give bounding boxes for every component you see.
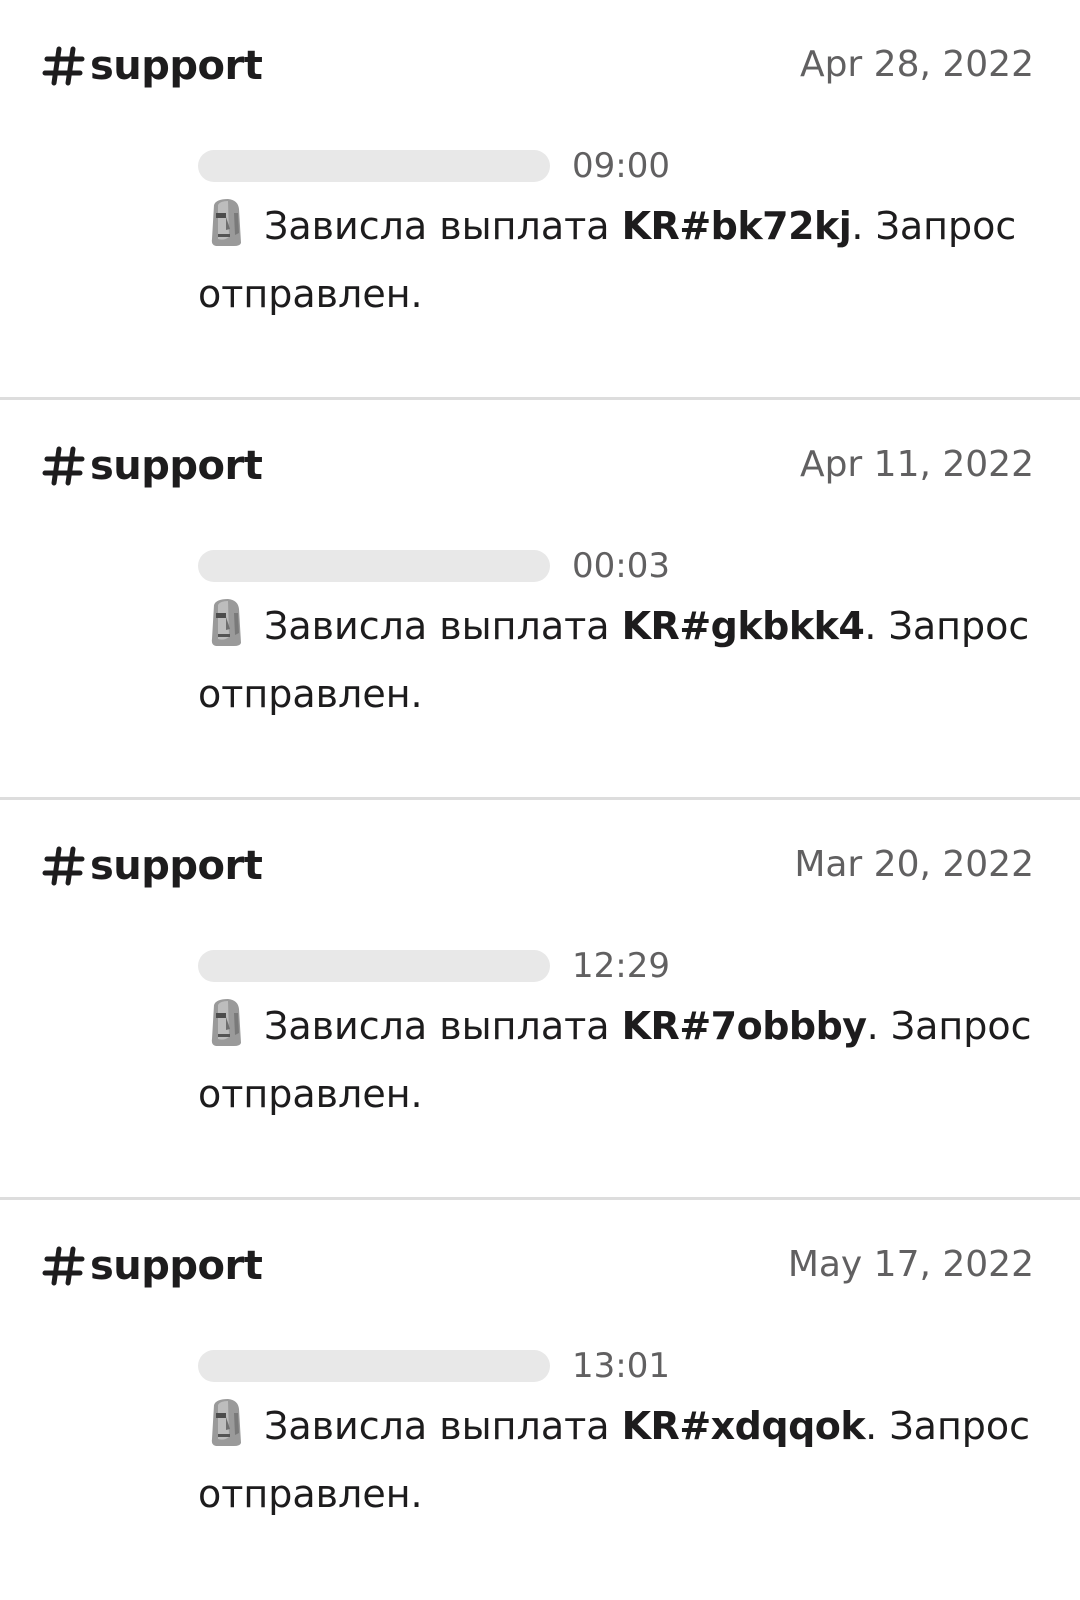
hash-icon <box>42 44 86 88</box>
channel-link[interactable]: support <box>42 838 263 894</box>
channel-link[interactable]: support <box>42 38 263 94</box>
hash-icon <box>42 1244 86 1288</box>
message-text-before: Зависла выплата <box>264 604 622 648</box>
hash-icon <box>42 844 86 888</box>
hash-icon <box>42 444 86 488</box>
payout-code: KR#xdqqok <box>621 1404 866 1448</box>
message-date: Apr 11, 2022 <box>799 444 1034 485</box>
channel-name: support <box>90 443 263 489</box>
search-result-item[interactable]: support Mar 20, 2022 12:29 Зависла выпла… <box>0 800 1080 1200</box>
message-time: 00:03 <box>572 546 670 586</box>
message-time: 09:00 <box>572 146 670 186</box>
payout-code: KR#7obbby <box>621 1004 867 1048</box>
message-text-before: Зависла выплата <box>264 204 622 248</box>
moai-icon <box>204 1397 248 1447</box>
message-text: Зависла выплата KR#7obbby. Запрос отправ… <box>198 992 1038 1128</box>
message-meta: 13:01 <box>198 1344 670 1388</box>
moai-icon <box>204 197 248 247</box>
message-meta: 00:03 <box>198 544 670 588</box>
payout-code: KR#bk72kj <box>621 204 852 248</box>
message-meta: 09:00 <box>198 144 670 188</box>
channel-link[interactable]: support <box>42 1238 263 1294</box>
search-result-item[interactable]: support May 17, 2022 13:01 Зависла выпла… <box>0 1200 1080 1600</box>
payout-code: KR#gkbkk4 <box>621 604 865 648</box>
author-name-placeholder <box>198 150 550 182</box>
channel-name: support <box>90 1243 263 1289</box>
message-text: Зависла выплата KR#gkbkk4. Запрос отправ… <box>198 592 1038 728</box>
message-text: Зависла выплата KR#bk72kj. Запрос отправ… <box>198 192 1038 328</box>
channel-name: support <box>90 843 263 889</box>
message-meta: 12:29 <box>198 944 670 988</box>
message-time: 13:01 <box>572 1346 670 1386</box>
message-text-before: Зависла выплата <box>264 1004 622 1048</box>
message-date: May 17, 2022 <box>787 1244 1034 1285</box>
message-date: Mar 20, 2022 <box>794 844 1034 885</box>
search-result-item[interactable]: support Apr 28, 2022 09:00 Зависла выпла… <box>0 0 1080 400</box>
message-text-before: Зависла выплата <box>264 1404 622 1448</box>
author-name-placeholder <box>198 950 550 982</box>
search-results-list: support Apr 28, 2022 09:00 Зависла выпла… <box>0 0 1080 1600</box>
author-name-placeholder <box>198 1350 550 1382</box>
message-date: Apr 28, 2022 <box>799 44 1034 85</box>
message-text: Зависла выплата KR#xdqqok. Запрос отправ… <box>198 1392 1038 1528</box>
moai-icon <box>204 597 248 647</box>
channel-link[interactable]: support <box>42 438 263 494</box>
search-result-item[interactable]: support Apr 11, 2022 00:03 Зависла выпла… <box>0 400 1080 800</box>
channel-name: support <box>90 43 263 89</box>
author-name-placeholder <box>198 550 550 582</box>
message-time: 12:29 <box>572 946 670 986</box>
moai-icon <box>204 997 248 1047</box>
